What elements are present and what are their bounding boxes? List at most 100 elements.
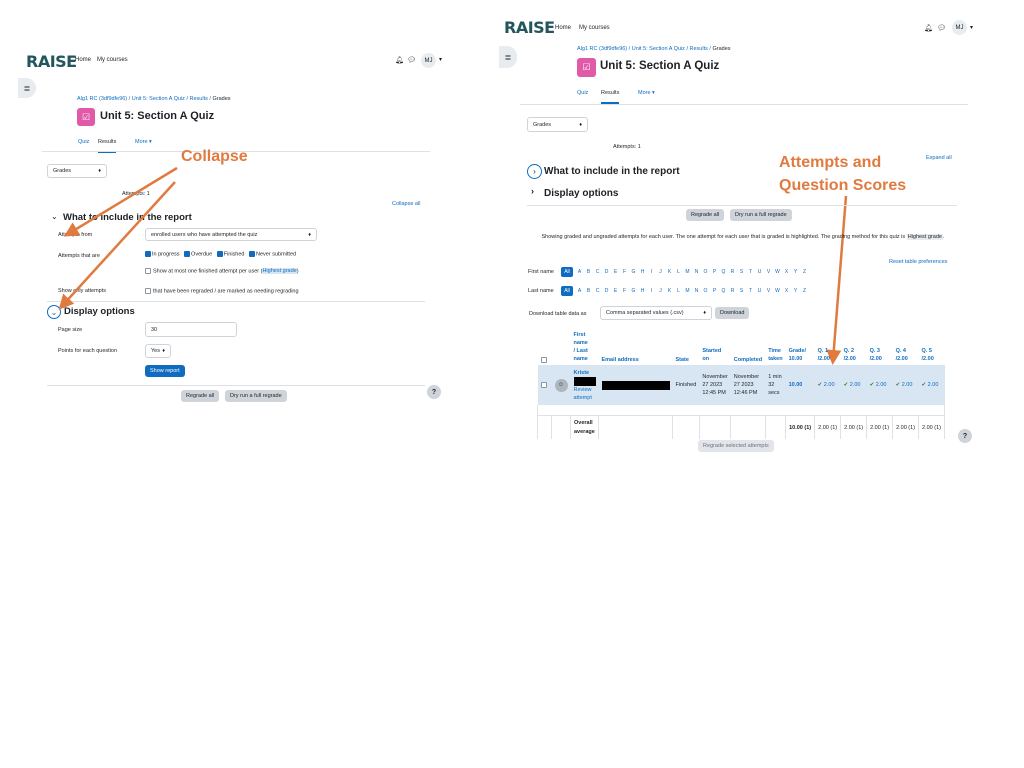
col-state[interactable]: State — [673, 325, 700, 365]
last-initial-b[interactable]: B — [584, 288, 593, 294]
last-initial-q[interactable]: Q — [719, 288, 728, 294]
row-q2[interactable]: ✔ 2.00 — [840, 365, 867, 405]
chevron-right-icon[interactable]: › — [527, 164, 542, 179]
first-initial-i[interactable]: I — [647, 269, 656, 275]
last-initial-c[interactable]: C — [593, 288, 602, 294]
first-initial-q[interactable]: Q — [719, 269, 728, 275]
col-q1[interactable]: Q. 1/2.00 — [815, 325, 841, 365]
tab-quiz[interactable]: Quiz — [577, 90, 588, 96]
first-initial-a[interactable]: A — [575, 269, 584, 275]
last-initial-f[interactable]: F — [620, 288, 629, 294]
last-initial-a[interactable]: A — [575, 288, 584, 294]
first-initial-x[interactable]: X — [782, 269, 791, 275]
last-initial-p[interactable]: P — [710, 288, 719, 294]
site-logo[interactable]: RAISE — [504, 18, 555, 37]
col-completed[interactable]: Completed — [731, 325, 765, 365]
first-initial-p[interactable]: P — [710, 269, 719, 275]
first-initial-m[interactable]: M — [683, 269, 692, 275]
col-started[interactable]: Started on — [699, 325, 730, 365]
first-initial-s[interactable]: S — [737, 269, 746, 275]
last-initial-n[interactable]: N — [692, 288, 701, 294]
first-initial-k[interactable]: K — [665, 269, 674, 275]
first-initial-d[interactable]: D — [602, 269, 611, 275]
row-q1[interactable]: ✔ 2.00 — [814, 365, 841, 405]
first-initial-e[interactable]: E — [611, 269, 620, 275]
last-initial-e[interactable]: E — [611, 288, 620, 294]
last-initial-u[interactable]: U — [755, 288, 764, 294]
first-initial-c[interactable]: C — [593, 269, 602, 275]
drawer-toggle-icon[interactable]: ≣ — [499, 46, 517, 68]
report-type-select[interactable]: Grades ♦ — [527, 117, 588, 132]
regrade-selected-button[interactable]: Regrade selected attempts — [698, 440, 774, 452]
download-format-select[interactable]: Comma separated values (.csv) ♦ — [600, 306, 712, 320]
col-grade[interactable]: Grade/10.00 — [786, 325, 815, 365]
first-initial-r[interactable]: R — [728, 269, 737, 275]
first-initial-z[interactable]: Z — [800, 269, 809, 275]
last-initial-o[interactable]: O — [701, 288, 710, 294]
chevron-down-icon[interactable]: ▾ — [970, 24, 973, 31]
chevron-right-icon[interactable]: › — [531, 186, 534, 196]
nav-home[interactable]: Home — [555, 25, 571, 31]
first-initial-w[interactable]: W — [773, 269, 782, 275]
breadcrumb-course[interactable]: Alg1 RC (3df9dfe96) — [577, 46, 627, 52]
section-display-options[interactable]: Display options — [544, 188, 618, 199]
col-q5[interactable]: Q. 5/2.00 — [919, 325, 945, 365]
last-initial-i[interactable]: I — [647, 288, 656, 294]
bell-icon[interactable]: 🔔︎ — [924, 24, 933, 32]
user-avatar[interactable]: MJ — [952, 20, 967, 35]
last-initial-t[interactable]: T — [746, 288, 755, 294]
dry-run-button[interactable]: Dry run a full regrade — [730, 209, 792, 221]
first-initial-y[interactable]: Y — [791, 269, 800, 275]
first-initial-l[interactable]: L — [674, 269, 683, 275]
tab-more[interactable]: More ▾ — [638, 90, 655, 96]
tab-results[interactable]: Results — [601, 90, 620, 104]
breadcrumb-quiz[interactable]: Unit 5: Section A Quiz — [632, 46, 685, 52]
last-initial-r[interactable]: R — [728, 288, 737, 294]
row-q5[interactable]: ✔ 2.00 — [918, 365, 945, 405]
last-initial-z[interactable]: Z — [800, 288, 809, 294]
breadcrumb-results[interactable]: Results — [690, 46, 708, 52]
last-initial-y[interactable]: Y — [791, 288, 800, 294]
help-button[interactable]: ? — [958, 429, 972, 443]
last-initial-s[interactable]: S — [737, 288, 746, 294]
first-initial-t[interactable]: T — [746, 269, 755, 275]
expand-all-link[interactable]: Expand all — [926, 155, 952, 161]
review-attempt-link[interactable]: Review attempt — [574, 386, 596, 402]
col-time[interactable]: Time taken — [765, 325, 785, 365]
nav-my-courses[interactable]: My courses — [579, 25, 610, 31]
first-initial-o[interactable]: O — [701, 269, 710, 275]
last-initial-x[interactable]: X — [782, 288, 791, 294]
last-initial-d[interactable]: D — [602, 288, 611, 294]
last-initial-w[interactable]: W — [773, 288, 782, 294]
first-initial-u[interactable]: U — [755, 269, 764, 275]
first-initial-f[interactable]: F — [620, 269, 629, 275]
col-email[interactable]: Email address — [599, 325, 673, 365]
col-name[interactable]: First name / Last name — [571, 325, 599, 365]
last-initial-m[interactable]: M — [683, 288, 692, 294]
row-q3[interactable]: ✔ 2.00 — [866, 365, 893, 405]
regrade-all-button[interactable]: Regrade all — [686, 209, 725, 221]
first-initial-g[interactable]: G — [629, 269, 638, 275]
first-initial-v[interactable]: V — [764, 269, 773, 275]
last-initial-g[interactable]: G — [629, 288, 638, 294]
col-q2[interactable]: Q. 2/2.00 — [841, 325, 867, 365]
download-button[interactable]: Download — [715, 307, 750, 319]
first-initial-j[interactable]: J — [656, 269, 665, 275]
last-initial-h[interactable]: H — [638, 288, 647, 294]
last-initial-j[interactable]: J — [656, 288, 665, 294]
chat-icon[interactable]: 💬︎ — [937, 24, 946, 32]
col-q4[interactable]: Q. 4/2.00 — [893, 325, 919, 365]
last-initial-k[interactable]: K — [665, 288, 674, 294]
select-all-checkbox[interactable] — [540, 356, 547, 363]
first-initial-all[interactable]: All — [561, 267, 573, 277]
col-q3[interactable]: Q. 3/2.00 — [867, 325, 893, 365]
row-grade[interactable]: 10.00 — [785, 365, 815, 405]
section-what-to-include[interactable]: What to include in the report — [544, 166, 680, 177]
student-name-link[interactable]: Kriste — [574, 369, 596, 377]
first-initial-b[interactable]: B — [584, 269, 593, 275]
row-checkbox[interactable] — [540, 381, 547, 388]
row-q4[interactable]: ✔ 2.00 — [892, 365, 919, 405]
last-initial-l[interactable]: L — [674, 288, 683, 294]
last-initial-v[interactable]: V — [764, 288, 773, 294]
first-initial-n[interactable]: N — [692, 269, 701, 275]
